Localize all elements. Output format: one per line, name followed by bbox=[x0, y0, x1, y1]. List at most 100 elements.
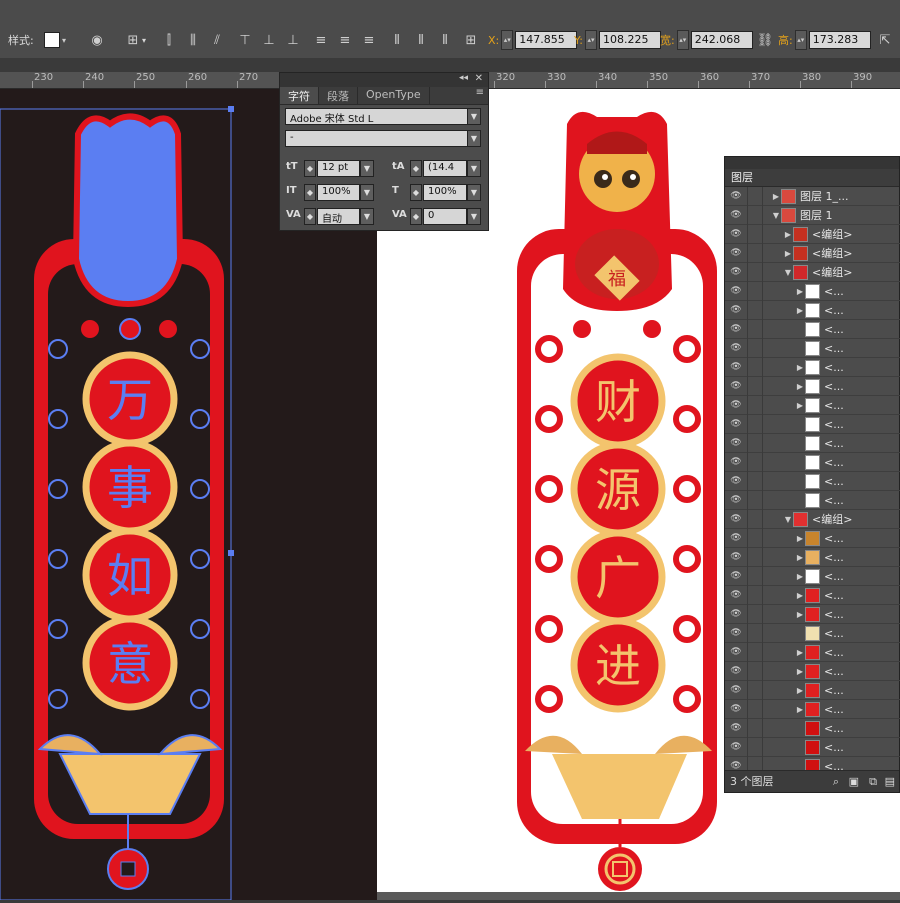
layer-row[interactable]: 👁 ▶ <编组> bbox=[725, 243, 900, 263]
expand-toggle-icon[interactable]: ▶ bbox=[795, 363, 805, 372]
expand-toggle-icon[interactable]: ▶ bbox=[795, 686, 805, 695]
visibility-eye-icon[interactable]: 👁 bbox=[725, 438, 747, 448]
width-input[interactable]: 242.068 bbox=[690, 31, 753, 49]
expand-toggle-icon[interactable]: ▶ bbox=[783, 249, 793, 258]
layer-row[interactable]: 👁 ▶ <... bbox=[725, 566, 900, 586]
visibility-eye-icon[interactable]: 👁 bbox=[725, 305, 747, 315]
expand-toggle-icon[interactable]: ▶ bbox=[795, 572, 805, 581]
horizontal-scale-input[interactable]: 100% bbox=[423, 184, 467, 201]
visibility-eye-icon[interactable]: 👁 bbox=[725, 628, 747, 638]
layer-row[interactable]: 👁 ▶ <编组> bbox=[725, 224, 900, 244]
visibility-eye-icon[interactable]: 👁 bbox=[725, 514, 747, 524]
visibility-eye-icon[interactable]: 👁 bbox=[725, 248, 747, 258]
visibility-eye-icon[interactable]: 👁 bbox=[725, 362, 747, 372]
vertical-scale-input[interactable]: 100% bbox=[317, 184, 360, 201]
vscale-dropdown[interactable]: ▼ bbox=[360, 184, 374, 201]
layer-row[interactable]: 👁 ▶ <... bbox=[725, 281, 900, 301]
font-size-stepper[interactable]: ◆ bbox=[304, 160, 316, 177]
layer-row[interactable]: 👁 <... bbox=[725, 737, 900, 757]
visibility-eye-icon[interactable]: 👁 bbox=[725, 419, 747, 429]
layer-row[interactable]: 👁 ▶ <... bbox=[725, 699, 900, 719]
expand-toggle-icon[interactable]: ▶ bbox=[795, 610, 805, 619]
height-stepper[interactable]: ▴▾ bbox=[794, 30, 807, 50]
distribute-left-icon[interactable]: ⫴ bbox=[388, 28, 406, 52]
reference-point-icon[interactable]: ⊞ bbox=[462, 28, 480, 52]
expand-toggle-icon[interactable]: ▶ bbox=[795, 553, 805, 562]
align-vcenter-icon[interactable]: ⊥ bbox=[260, 28, 278, 52]
expand-toggle-icon[interactable]: ▶ bbox=[783, 230, 793, 239]
layer-row[interactable]: 👁 ▶ <... bbox=[725, 604, 900, 624]
align-hcenter-icon[interactable]: ⫼ bbox=[184, 28, 202, 52]
layer-row[interactable]: 👁 ▶ <... bbox=[725, 376, 900, 396]
visibility-eye-icon[interactable]: 👁 bbox=[725, 533, 747, 543]
visibility-eye-icon[interactable]: 👁 bbox=[725, 571, 747, 581]
hscale-dropdown[interactable]: ▼ bbox=[467, 184, 481, 201]
selection-handle[interactable] bbox=[228, 550, 234, 556]
style-swatch[interactable]: ▾ bbox=[44, 28, 66, 52]
kerning-dropdown[interactable]: ▼ bbox=[360, 208, 374, 225]
visibility-eye-icon[interactable]: 👁 bbox=[725, 210, 747, 220]
tab-opentype[interactable]: OpenType bbox=[358, 87, 430, 104]
layer-row[interactable]: 👁 <... bbox=[725, 471, 900, 491]
layer-row[interactable]: 👁 <... bbox=[725, 433, 900, 453]
layer-row[interactable]: 👁 <... bbox=[725, 623, 900, 643]
layer-row[interactable]: 👁 ▼ <编组> bbox=[725, 262, 900, 282]
distribute-vcenter-icon[interactable]: ≡ bbox=[336, 28, 354, 52]
font-family-field[interactable]: Adobe 宋体 Std L bbox=[285, 108, 471, 125]
font-style-dropdown[interactable]: ▼ bbox=[467, 130, 481, 147]
align-selection-icon[interactable]: ⊞ ▾ bbox=[124, 28, 146, 52]
visibility-eye-icon[interactable]: 👁 bbox=[725, 400, 747, 410]
layer-row[interactable]: 👁 <... bbox=[725, 319, 900, 339]
height-input[interactable]: 173.283 bbox=[808, 31, 871, 49]
expand-toggle-icon[interactable]: ▶ bbox=[795, 382, 805, 391]
x-input[interactable]: 147.855 bbox=[515, 31, 578, 49]
link-proportions-icon[interactable]: ⛓ bbox=[756, 28, 774, 52]
expand-toggle-icon[interactable]: ▶ bbox=[795, 306, 805, 315]
layer-row[interactable]: 👁 ▶ <... bbox=[725, 642, 900, 662]
horizontal-scrollbar[interactable] bbox=[377, 892, 900, 900]
align-bottom-icon[interactable]: ⊥ bbox=[284, 28, 302, 52]
expand-toggle-icon[interactable]: ▶ bbox=[795, 534, 805, 543]
visibility-eye-icon[interactable]: 👁 bbox=[725, 324, 747, 334]
layer-row[interactable]: 👁 ▼ 图层 1 bbox=[725, 205, 900, 225]
layer-row[interactable]: 👁 ▶ <... bbox=[725, 661, 900, 681]
leading-input[interactable]: (14.4 bbox=[423, 160, 467, 177]
align-right-icon[interactable]: ⫽ bbox=[208, 28, 226, 52]
layer-row[interactable]: 👁 ▶ <... bbox=[725, 547, 900, 567]
font-size-input[interactable]: 12 pt bbox=[317, 160, 360, 177]
distribute-right-icon[interactable]: ⫴ bbox=[436, 28, 454, 52]
hscale-stepper[interactable]: ◆ bbox=[410, 184, 422, 201]
kerning-stepper[interactable]: ◆ bbox=[304, 208, 316, 225]
visibility-eye-icon[interactable]: 👁 bbox=[725, 286, 747, 296]
visibility-eye-icon[interactable]: 👁 bbox=[725, 742, 747, 752]
font-size-dropdown[interactable]: ▼ bbox=[360, 160, 374, 177]
new-layer-icon[interactable]: ▤ bbox=[885, 771, 895, 793]
layer-row[interactable]: 👁 <... bbox=[725, 718, 900, 738]
leading-stepper[interactable]: ◆ bbox=[410, 160, 422, 177]
expand-toggle-icon[interactable]: ▶ bbox=[795, 667, 805, 676]
align-top-icon[interactable]: ⊤ bbox=[236, 28, 254, 52]
clipping-mask-icon[interactable]: ▣ bbox=[849, 771, 859, 793]
expand-toggle-icon[interactable]: ▶ bbox=[795, 705, 805, 714]
visibility-eye-icon[interactable]: 👁 bbox=[725, 267, 747, 277]
layer-row[interactable]: 👁 ▼ <编组> bbox=[725, 509, 900, 529]
kerning-input[interactable]: 自动 bbox=[317, 208, 360, 225]
tracking-dropdown[interactable]: ▼ bbox=[467, 208, 481, 225]
leading-dropdown[interactable]: ▼ bbox=[467, 160, 481, 177]
y-input[interactable]: 108.225 bbox=[598, 31, 661, 49]
layer-row[interactable]: 👁 ▶ <... bbox=[725, 528, 900, 548]
expand-toggle-icon[interactable]: ▶ bbox=[795, 648, 805, 657]
layer-row[interactable]: 👁 <... bbox=[725, 414, 900, 434]
layer-row[interactable]: 👁 ▶ <... bbox=[725, 680, 900, 700]
font-family-dropdown[interactable]: ▼ bbox=[467, 108, 481, 125]
visibility-eye-icon[interactable]: 👁 bbox=[725, 590, 747, 600]
selection-handle[interactable] bbox=[228, 106, 234, 112]
y-stepper[interactable]: ▴▾ bbox=[584, 30, 597, 50]
distribute-hcenter-icon[interactable]: ⫴ bbox=[412, 28, 430, 52]
font-style-field[interactable]: - bbox=[285, 130, 471, 147]
visibility-eye-icon[interactable]: 👁 bbox=[725, 552, 747, 562]
layer-row[interactable]: 👁 <... bbox=[725, 490, 900, 510]
expand-toggle-icon[interactable]: ▼ bbox=[783, 515, 793, 524]
layer-row[interactable]: 👁 ▶ <... bbox=[725, 357, 900, 377]
visibility-eye-icon[interactable]: 👁 bbox=[725, 609, 747, 619]
